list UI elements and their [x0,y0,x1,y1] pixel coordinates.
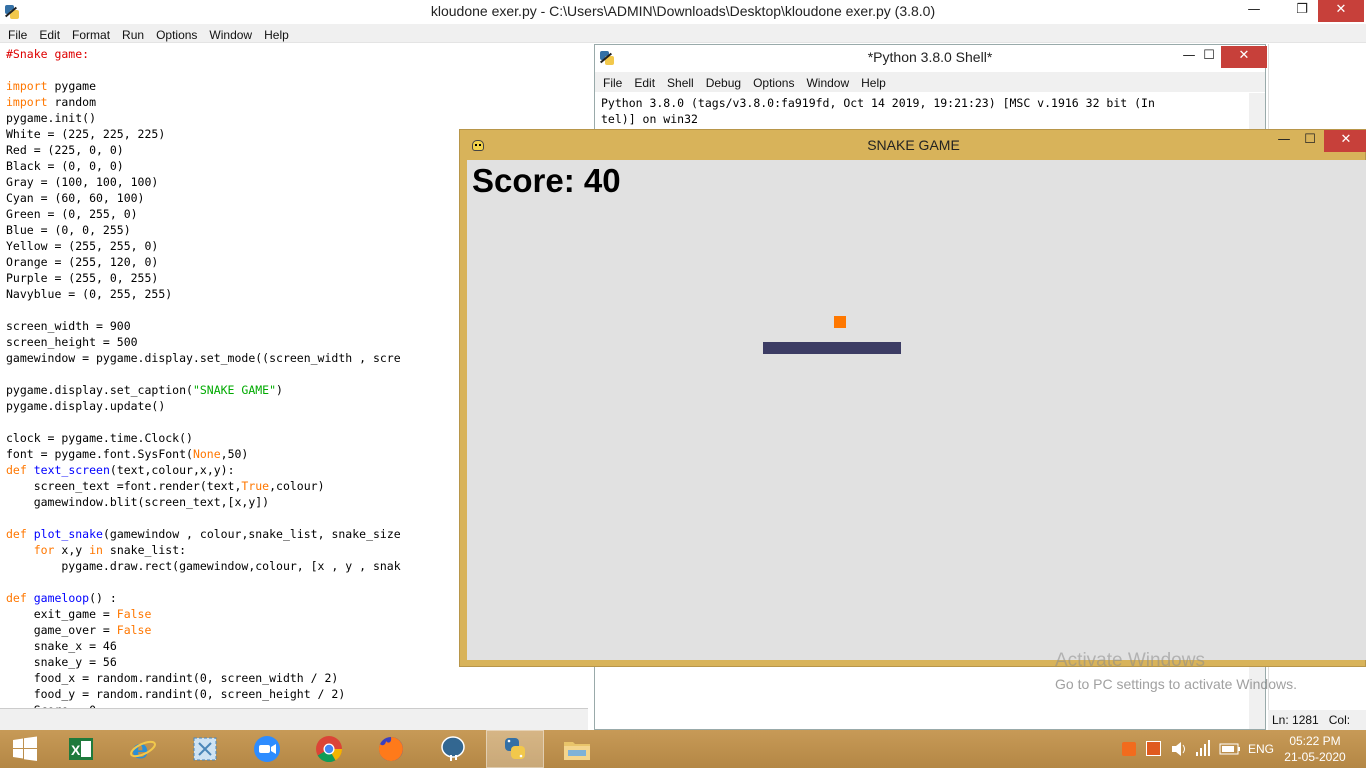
code-line: import random [6,95,97,109]
snake-body [763,342,901,354]
game-titlebar: SNAKE GAME — ☐ ✕ [460,130,1366,160]
python-icon [505,738,525,759]
score-text: Score: 40 [472,162,621,199]
snake-game-window: SNAKE GAME — ☐ ✕ Score: 40 [459,129,1366,667]
taskbar-zoom[interactable] [238,730,296,768]
internet-explorer-icon: e [130,735,156,763]
taskbar-snipping-tool[interactable] [176,730,234,768]
taskbar: X e ENG 05:22 PM 21-05-2020 [0,730,1366,768]
menu-edit[interactable]: Edit [39,26,60,44]
shell-menu-file[interactable]: File [603,73,622,93]
game-canvas[interactable]: Score: 40 [467,160,1366,660]
shell-line: tel)] on win32 [601,112,698,126]
menu-format[interactable]: Format [72,26,110,44]
shell-output[interactable]: Python 3.8.0 (tags/v3.8.0:fa919fd, Oct 1… [601,95,1247,127]
network-icon[interactable] [1194,730,1212,768]
menu-options[interactable]: Options [156,26,197,44]
clock-time: 05:22 PM [1289,734,1341,748]
shell-menu-debug[interactable]: Debug [706,73,741,93]
shell-menubar: File Edit Shell Debug Options Window Help [595,72,1265,92]
taskbar-python-idle[interactable] [486,730,544,768]
start-button[interactable] [0,730,50,768]
status-bar: Ln: 1281 Col: 19 [1268,710,1366,747]
tray-avast-icon[interactable] [1122,730,1138,768]
shell-menu-edit[interactable]: Edit [634,73,655,93]
chrome-icon [316,736,343,763]
folder-icon [564,742,590,760]
editor-titlebar: kloudone exer.py - C:\Users\ADMIN\Downlo… [0,0,1366,24]
shell-menu-shell[interactable]: Shell [667,73,694,93]
taskbar-clock[interactable]: 05:22 PM 21-05-2020 [1280,733,1350,765]
shell-close-button[interactable]: ✕ [1221,46,1267,68]
svg-text:X: X [71,742,81,758]
postgresql-elephant-icon [441,736,465,761]
excel-icon: X [69,738,93,760]
firefox-icon [378,737,403,761]
shell-menu-help[interactable]: Help [861,73,886,93]
menu-help[interactable]: Help [264,26,289,44]
editor-window-title: kloudone exer.py - C:\Users\ADMIN\Downlo… [430,3,936,19]
activate-windows-title: Activate Windows [1055,650,1205,671]
food-block [834,316,846,328]
battery-icon[interactable] [1218,730,1246,768]
taskbar-postgresql[interactable] [424,730,482,768]
editor-close-button[interactable]: ✕ [1318,0,1364,22]
taskbar-firefox[interactable] [362,730,420,768]
game-window-title: SNAKE GAME [867,137,960,153]
volume-icon[interactable] [1170,730,1188,768]
editor-menubar: File Edit Format Run Options Window Help [0,24,1366,43]
code-line: import pygame [6,79,97,93]
game-maximize-button[interactable]: ☐ [1296,130,1324,152]
shell-menu-options[interactable]: Options [753,73,794,93]
shell-maximize-button[interactable]: ☐ [1195,46,1223,68]
activate-windows-subtitle: Go to PC settings to activate Windows. [1055,676,1297,692]
taskbar-internet-explorer[interactable]: e [114,730,172,768]
windows-logo-icon [13,736,37,761]
menu-window[interactable]: Window [209,26,252,44]
menu-file[interactable]: File [8,26,27,44]
snipping-tool-icon [193,737,217,761]
editor-horizontal-scrollbar[interactable] [0,708,588,730]
shell-window-title: *Python 3.8.0 Shell* [867,49,993,65]
editor-minimize-button[interactable]: — [1232,0,1276,22]
menu-run[interactable]: Run [122,26,144,44]
shell-titlebar: *Python 3.8.0 Shell* — ☐ ✕ [595,45,1267,71]
tray-app-icon[interactable] [1146,730,1162,768]
shell-line: Python 3.8.0 (tags/v3.8.0:fa919fd, Oct 1… [601,96,1155,110]
taskbar-chrome[interactable] [300,730,358,768]
clock-date: 21-05-2020 [1284,750,1346,764]
language-indicator[interactable]: ENG [1248,730,1278,768]
code-line: food_y = random.randint(0, screen_height… [6,687,346,701]
status-line: Ln: 1281 [1272,713,1319,727]
code-line: food_x = random.randint(0, screen_width … [6,671,339,685]
shell-menu-window[interactable]: Window [806,73,849,93]
zoom-icon [254,736,280,762]
game-minimize-button[interactable]: — [1270,130,1298,152]
code-line: #Snake game: [6,47,90,61]
game-close-button[interactable]: ✕ [1324,130,1366,152]
taskbar-file-explorer[interactable] [548,730,606,768]
code-line: pygame.init() [6,111,97,125]
taskbar-excel[interactable]: X [52,730,110,768]
